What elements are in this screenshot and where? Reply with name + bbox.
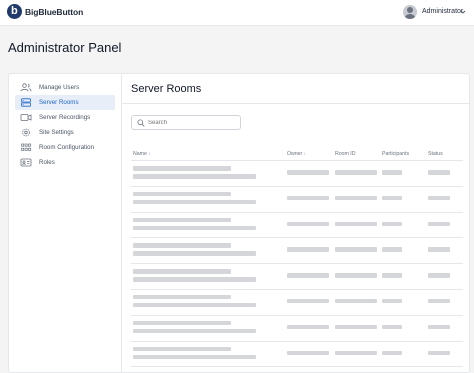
participants-placeholder (382, 221, 402, 227)
column-header-room-id: Room ID (335, 151, 356, 157)
sort-icon: ↕ (148, 151, 151, 156)
room-config-icon (21, 143, 32, 151)
name-placeholder-line-1 (133, 269, 231, 274)
name-placeholder-line-2 (133, 225, 256, 231)
table-row (131, 238, 463, 265)
sidebar-item-room-configuration[interactable]: Room Configuration (15, 140, 115, 155)
status-placeholder (428, 195, 450, 201)
rooms-table: Name ↕ Owner ↕ Room ID Participants Stat… (131, 148, 463, 368)
name-placeholder-line-1 (133, 166, 231, 171)
name-placeholder-line-2 (133, 354, 256, 360)
table-row (131, 290, 463, 316)
status-placeholder (428, 298, 450, 304)
section-title: Server Rooms (131, 83, 202, 95)
status-placeholder (428, 350, 450, 356)
participants-placeholder (382, 247, 402, 252)
owner-placeholder (287, 273, 329, 278)
name-placeholder-line-2 (133, 199, 256, 205)
server-icon (21, 98, 31, 107)
owner-placeholder (287, 247, 329, 252)
sidebar-item-label: Site Settings (39, 129, 74, 136)
room-id-placeholder (335, 350, 377, 356)
page-title: Administrator Panel (8, 40, 122, 55)
sidebar-item-label: Manage Users (39, 84, 80, 91)
owner-placeholder (287, 324, 329, 330)
room-id-placeholder (335, 324, 377, 330)
column-header-participants: Participants (382, 151, 410, 157)
search-box[interactable] (131, 115, 241, 130)
table-row (131, 161, 463, 187)
table-row (131, 342, 463, 368)
sidebar-item-server-rooms[interactable]: Server Rooms (15, 95, 115, 110)
table-row (131, 213, 463, 239)
search-icon (137, 119, 145, 127)
sidebar-item-label: Roles (39, 159, 55, 166)
owner-placeholder (287, 195, 329, 201)
status-placeholder (428, 324, 450, 330)
participants-placeholder (382, 195, 402, 201)
name-placeholder-line-2 (133, 277, 256, 282)
column-header-owner[interactable]: Owner ↕ (287, 151, 306, 157)
chevron-down-icon[interactable] (460, 9, 466, 15)
name-placeholder-line-1 (133, 294, 231, 300)
bigbluebutton-logo-icon[interactable]: b (7, 4, 22, 19)
name-placeholder-line-1 (133, 243, 231, 248)
name-placeholder-line-1 (133, 217, 231, 223)
participants-placeholder (382, 273, 402, 278)
table-body (131, 161, 463, 368)
name-placeholder-line-2 (133, 251, 256, 256)
user-menu-name[interactable]: Administrator (422, 8, 463, 15)
room-id-placeholder (335, 195, 377, 201)
owner-placeholder (287, 221, 329, 227)
admin-sidebar: Manage Users Server Rooms Server Recordi… (9, 74, 122, 372)
participants-placeholder (382, 324, 402, 330)
table-header: Name ↕ Owner ↕ Room ID Participants Stat… (131, 148, 463, 161)
name-placeholder-line-2 (133, 174, 256, 179)
user-avatar[interactable] (403, 5, 417, 19)
name-placeholder-line-1 (133, 320, 231, 326)
sidebar-item-site-settings[interactable]: Site Settings (15, 125, 115, 140)
sidebar-item-label: Server Rooms (39, 99, 79, 106)
room-id-placeholder (335, 247, 377, 252)
column-header-name[interactable]: Name ↕ (133, 151, 151, 157)
owner-placeholder (287, 170, 329, 175)
table-row (131, 316, 463, 342)
status-placeholder (428, 273, 450, 278)
column-header-status: Status (428, 151, 443, 157)
room-id-placeholder (335, 170, 377, 175)
server-rooms-content: Server Rooms Name ↕ Owner ↕ Room ID Part… (122, 74, 469, 372)
brand-name[interactable]: BigBlueButton (25, 7, 83, 17)
sidebar-item-roles[interactable]: Roles (15, 155, 115, 170)
search-input[interactable] (148, 117, 238, 128)
participants-placeholder (382, 298, 402, 304)
roles-icon (20, 158, 32, 167)
participants-placeholder (382, 170, 402, 175)
sidebar-item-label: Room Configuration (39, 144, 95, 151)
video-icon (20, 114, 32, 121)
status-placeholder (428, 170, 450, 175)
status-placeholder (428, 221, 450, 227)
name-placeholder-line-2 (133, 328, 256, 334)
owner-placeholder (287, 350, 329, 356)
sidebar-item-manage-users[interactable]: Manage Users (15, 80, 115, 95)
name-placeholder-line-1 (133, 191, 231, 197)
status-placeholder (428, 247, 450, 252)
room-id-placeholder (335, 221, 377, 227)
owner-placeholder (287, 298, 329, 304)
divider (122, 103, 469, 104)
sidebar-item-server-recordings[interactable]: Server Recordings (15, 110, 115, 125)
name-placeholder-line-1 (133, 346, 231, 352)
top-bar: b BigBlueButton Administrator (0, 0, 474, 26)
sort-icon: ↕ (303, 151, 306, 156)
users-icon (20, 83, 32, 92)
sidebar-item-label: Server Recordings (39, 114, 91, 121)
table-row (131, 187, 463, 213)
table-row (131, 264, 463, 290)
room-id-placeholder (335, 298, 377, 304)
room-id-placeholder (335, 273, 377, 278)
gear-icon (22, 128, 30, 137)
admin-panel-card: Manage Users Server Rooms Server Recordi… (8, 73, 470, 373)
participants-placeholder (382, 350, 402, 356)
name-placeholder-line-2 (133, 302, 256, 308)
